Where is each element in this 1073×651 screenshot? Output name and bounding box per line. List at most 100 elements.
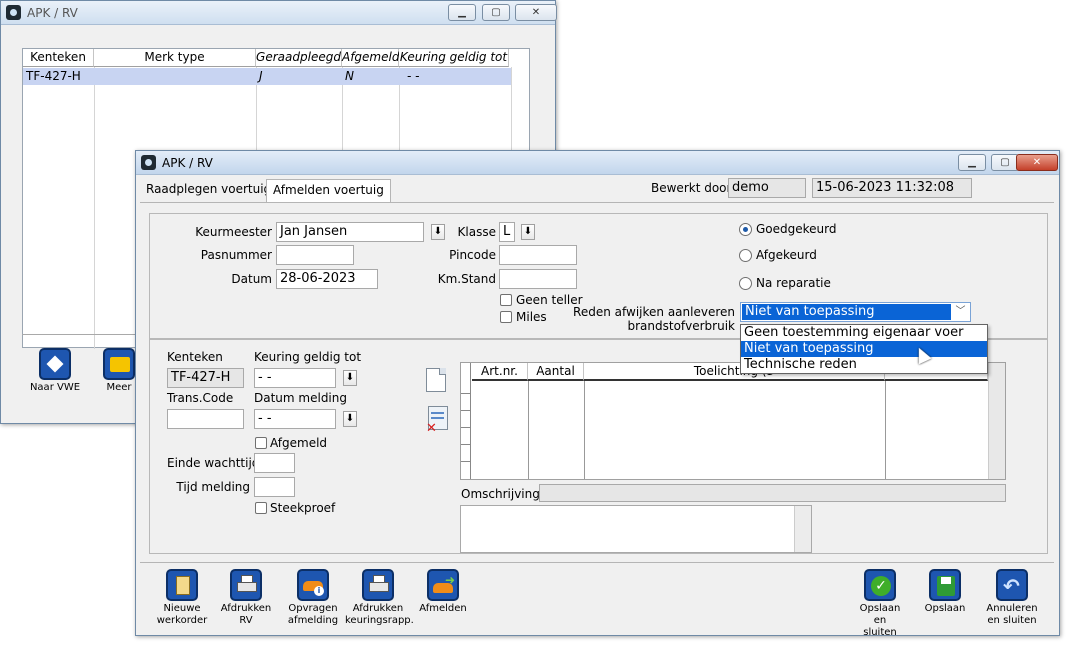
bewerkt-door-timestamp: 15-06-2023 11:32:08	[812, 178, 972, 198]
delete-document-icon[interactable]: ✕	[426, 406, 450, 436]
opslaan-en-sluiten-label-1: Opslaan en	[859, 603, 901, 626]
minimize-button[interactable]: ▁	[958, 154, 986, 171]
na-reparatie-radio[interactable]	[739, 277, 752, 290]
einde-wachttijd-input[interactable]	[254, 453, 295, 473]
column-divider	[94, 67, 95, 349]
klasse-lookup-button[interactable]: ⬇	[521, 224, 535, 240]
keurmeester-lookup-button[interactable]: ⬇	[431, 224, 445, 240]
front-window-titlebar[interactable]: APK / RV ▁ ▢ ✕	[136, 151, 1059, 175]
cell-geraadpleegd: J	[259, 69, 263, 83]
trans-code-input[interactable]	[167, 409, 244, 429]
tab-raadplegen-voertuig[interactable]: Raadplegen voertuig	[140, 179, 277, 202]
pincode-input[interactable]	[499, 245, 577, 265]
back-window-titlebar[interactable]: APK / RV ▁ ▢ ✕	[1, 1, 557, 25]
steekproef-checkbox[interactable]	[255, 502, 267, 514]
printer-icon	[230, 569, 262, 601]
keuring-geldig-tot-picker[interactable]: ⬇	[343, 370, 357, 386]
column-divider	[584, 381, 585, 479]
column-header-merk-type[interactable]: Merk type	[94, 49, 256, 67]
table-row[interactable]: TF-427-H J N - -	[23, 68, 511, 85]
omschrijving-label: Omschrijving	[461, 487, 540, 501]
tab-bar: Raadplegen voertuig Afmelden voertuig Be…	[136, 176, 1059, 202]
back-window-title: APK / RV	[27, 6, 78, 20]
annuleren-en-sluiten-label-1: Annuleren	[986, 603, 1038, 614]
maximize-button[interactable]: ▢	[482, 4, 510, 21]
front-window-title: APK / RV	[162, 156, 213, 170]
reden-option[interactable]: Niet van toepassing	[741, 341, 987, 357]
datum-melding-picker[interactable]: ⬇	[343, 411, 357, 427]
reden-select-value: Niet van toepassing	[742, 304, 951, 320]
opslaan-en-sluiten-button[interactable]: ✓ Opslaan en sluiten	[852, 569, 908, 639]
opslaan-button[interactable]: Opslaan	[920, 569, 970, 615]
tab-afmelden-voertuig[interactable]: Afmelden voertuig	[266, 179, 391, 202]
naar-vwe-label: Naar VWE	[29, 382, 81, 393]
close-button[interactable]: ✕	[515, 4, 557, 21]
datum-melding-label: Datum melding	[254, 391, 347, 405]
keuring-panel: Keurmeester Jan Jansen ⬇ Klasse L ⬇ Pasn…	[149, 213, 1048, 339]
afgemeld-checkbox[interactable]	[255, 437, 267, 449]
goedgekeurd-radio[interactable]	[739, 223, 752, 236]
nieuwe-werkorder-button[interactable]: Nieuwe werkorder	[156, 569, 208, 627]
datum-melding-input[interactable]: - -	[254, 409, 336, 429]
bottom-toolbar: Nieuwe werkorder Afdrukken RV i Opvragen…	[140, 562, 1054, 638]
keuring-geldig-tot-input[interactable]: - -	[254, 368, 336, 388]
parts-grid[interactable]: Art.nr. Aantal Toelichting (3	[460, 362, 1006, 480]
naar-vwe-button[interactable]: Naar VWE	[29, 348, 81, 394]
opvragen-afmelding-button[interactable]: i Opvragen afmelding	[286, 569, 340, 627]
afmelden-label-1: Afmelden	[419, 603, 467, 614]
undo-icon: ↶	[996, 569, 1028, 601]
steekproef-label: Steekproef	[270, 501, 336, 515]
new-document-icon[interactable]	[426, 368, 448, 394]
goedgekeurd-label: Goedgekeurd	[756, 222, 837, 236]
reden-label-line1: Reden afwijken aanleveren	[573, 305, 735, 319]
printer-icon	[362, 569, 394, 601]
column-header-art-nr[interactable]: Art.nr.	[472, 363, 528, 381]
afmelden-button[interactable]: ➜ Afmelden	[418, 569, 468, 615]
annuleren-en-sluiten-button[interactable]: ↶ Annuleren en sluiten	[984, 569, 1040, 627]
miles-checkbox[interactable]	[500, 311, 512, 323]
annuleren-en-sluiten-label-2: en sluiten	[987, 615, 1037, 626]
front-window: APK / RV ▁ ▢ ✕ Raadplegen voertuig Afmel…	[135, 150, 1060, 638]
column-header-kenteken[interactable]: Kenteken	[23, 49, 94, 67]
column-header-keuring-geldig-tot[interactable]: Keuring geldig tot	[399, 49, 509, 67]
afdrukken-rv-button[interactable]: Afdrukken RV	[220, 569, 272, 627]
maximize-button[interactable]: ▢	[991, 154, 1019, 171]
reden-dropdown-list[interactable]: Geen toestemming eigenaar voer Niet van …	[740, 324, 988, 374]
column-header-geraadpleegd[interactable]: Geraadpleegd	[256, 49, 342, 67]
column-header-afgemeld[interactable]: Afgemeld	[342, 49, 399, 67]
row-marker	[461, 444, 471, 445]
afdrukken-keuringsrapp-label-2: keuringsrapp.	[345, 615, 414, 626]
folder-icon	[103, 348, 135, 380]
close-button[interactable]: ✕	[1016, 154, 1058, 171]
vertical-scrollbar[interactable]	[794, 506, 811, 552]
klasse-input[interactable]: L	[499, 222, 515, 242]
opvragen-afmelding-label-1: Opvragen	[288, 603, 338, 614]
afdrukken-keuringsrapp-button[interactable]: Afdrukken keuringsrapp.	[345, 569, 414, 627]
row-marker	[461, 461, 471, 462]
reden-option[interactable]: Geen toestemming eigenaar voer	[741, 325, 987, 341]
nieuwe-werkorder-label-1: Nieuwe	[163, 603, 201, 614]
afgekeurd-radio[interactable]	[739, 249, 752, 262]
datum-input[interactable]: 28-06-2023	[276, 269, 378, 289]
tijd-melding-input[interactable]	[254, 477, 295, 497]
geen-teller-checkbox[interactable]	[500, 294, 512, 306]
meer-button[interactable]: Meer	[99, 348, 139, 394]
keurmeester-label: Keurmeester	[195, 225, 272, 239]
omschrijving-textarea[interactable]	[460, 505, 812, 553]
column-divider	[528, 381, 529, 479]
pasnummer-input[interactable]	[276, 245, 354, 265]
reden-select[interactable]: Niet van toepassing ﹀	[740, 302, 971, 322]
minimize-button[interactable]: ▁	[448, 4, 476, 21]
meer-label: Meer	[106, 382, 132, 393]
afdrukken-rv-label-2: RV	[239, 615, 253, 626]
column-header-aantal[interactable]: Aantal	[528, 363, 584, 381]
nieuwe-werkorder-label-2: werkorder	[156, 615, 208, 626]
reden-option[interactable]: Technische reden	[741, 357, 987, 373]
kmstand-input[interactable]	[499, 269, 577, 289]
keurmeester-input[interactable]: Jan Jansen	[276, 222, 424, 242]
vertical-scrollbar[interactable]	[988, 363, 1005, 479]
datum-label: Datum	[231, 272, 272, 286]
pasnummer-label: Pasnummer	[200, 248, 272, 262]
chevron-down-icon[interactable]: ﹀	[952, 304, 969, 320]
trans-code-label: Trans.Code	[167, 391, 234, 405]
